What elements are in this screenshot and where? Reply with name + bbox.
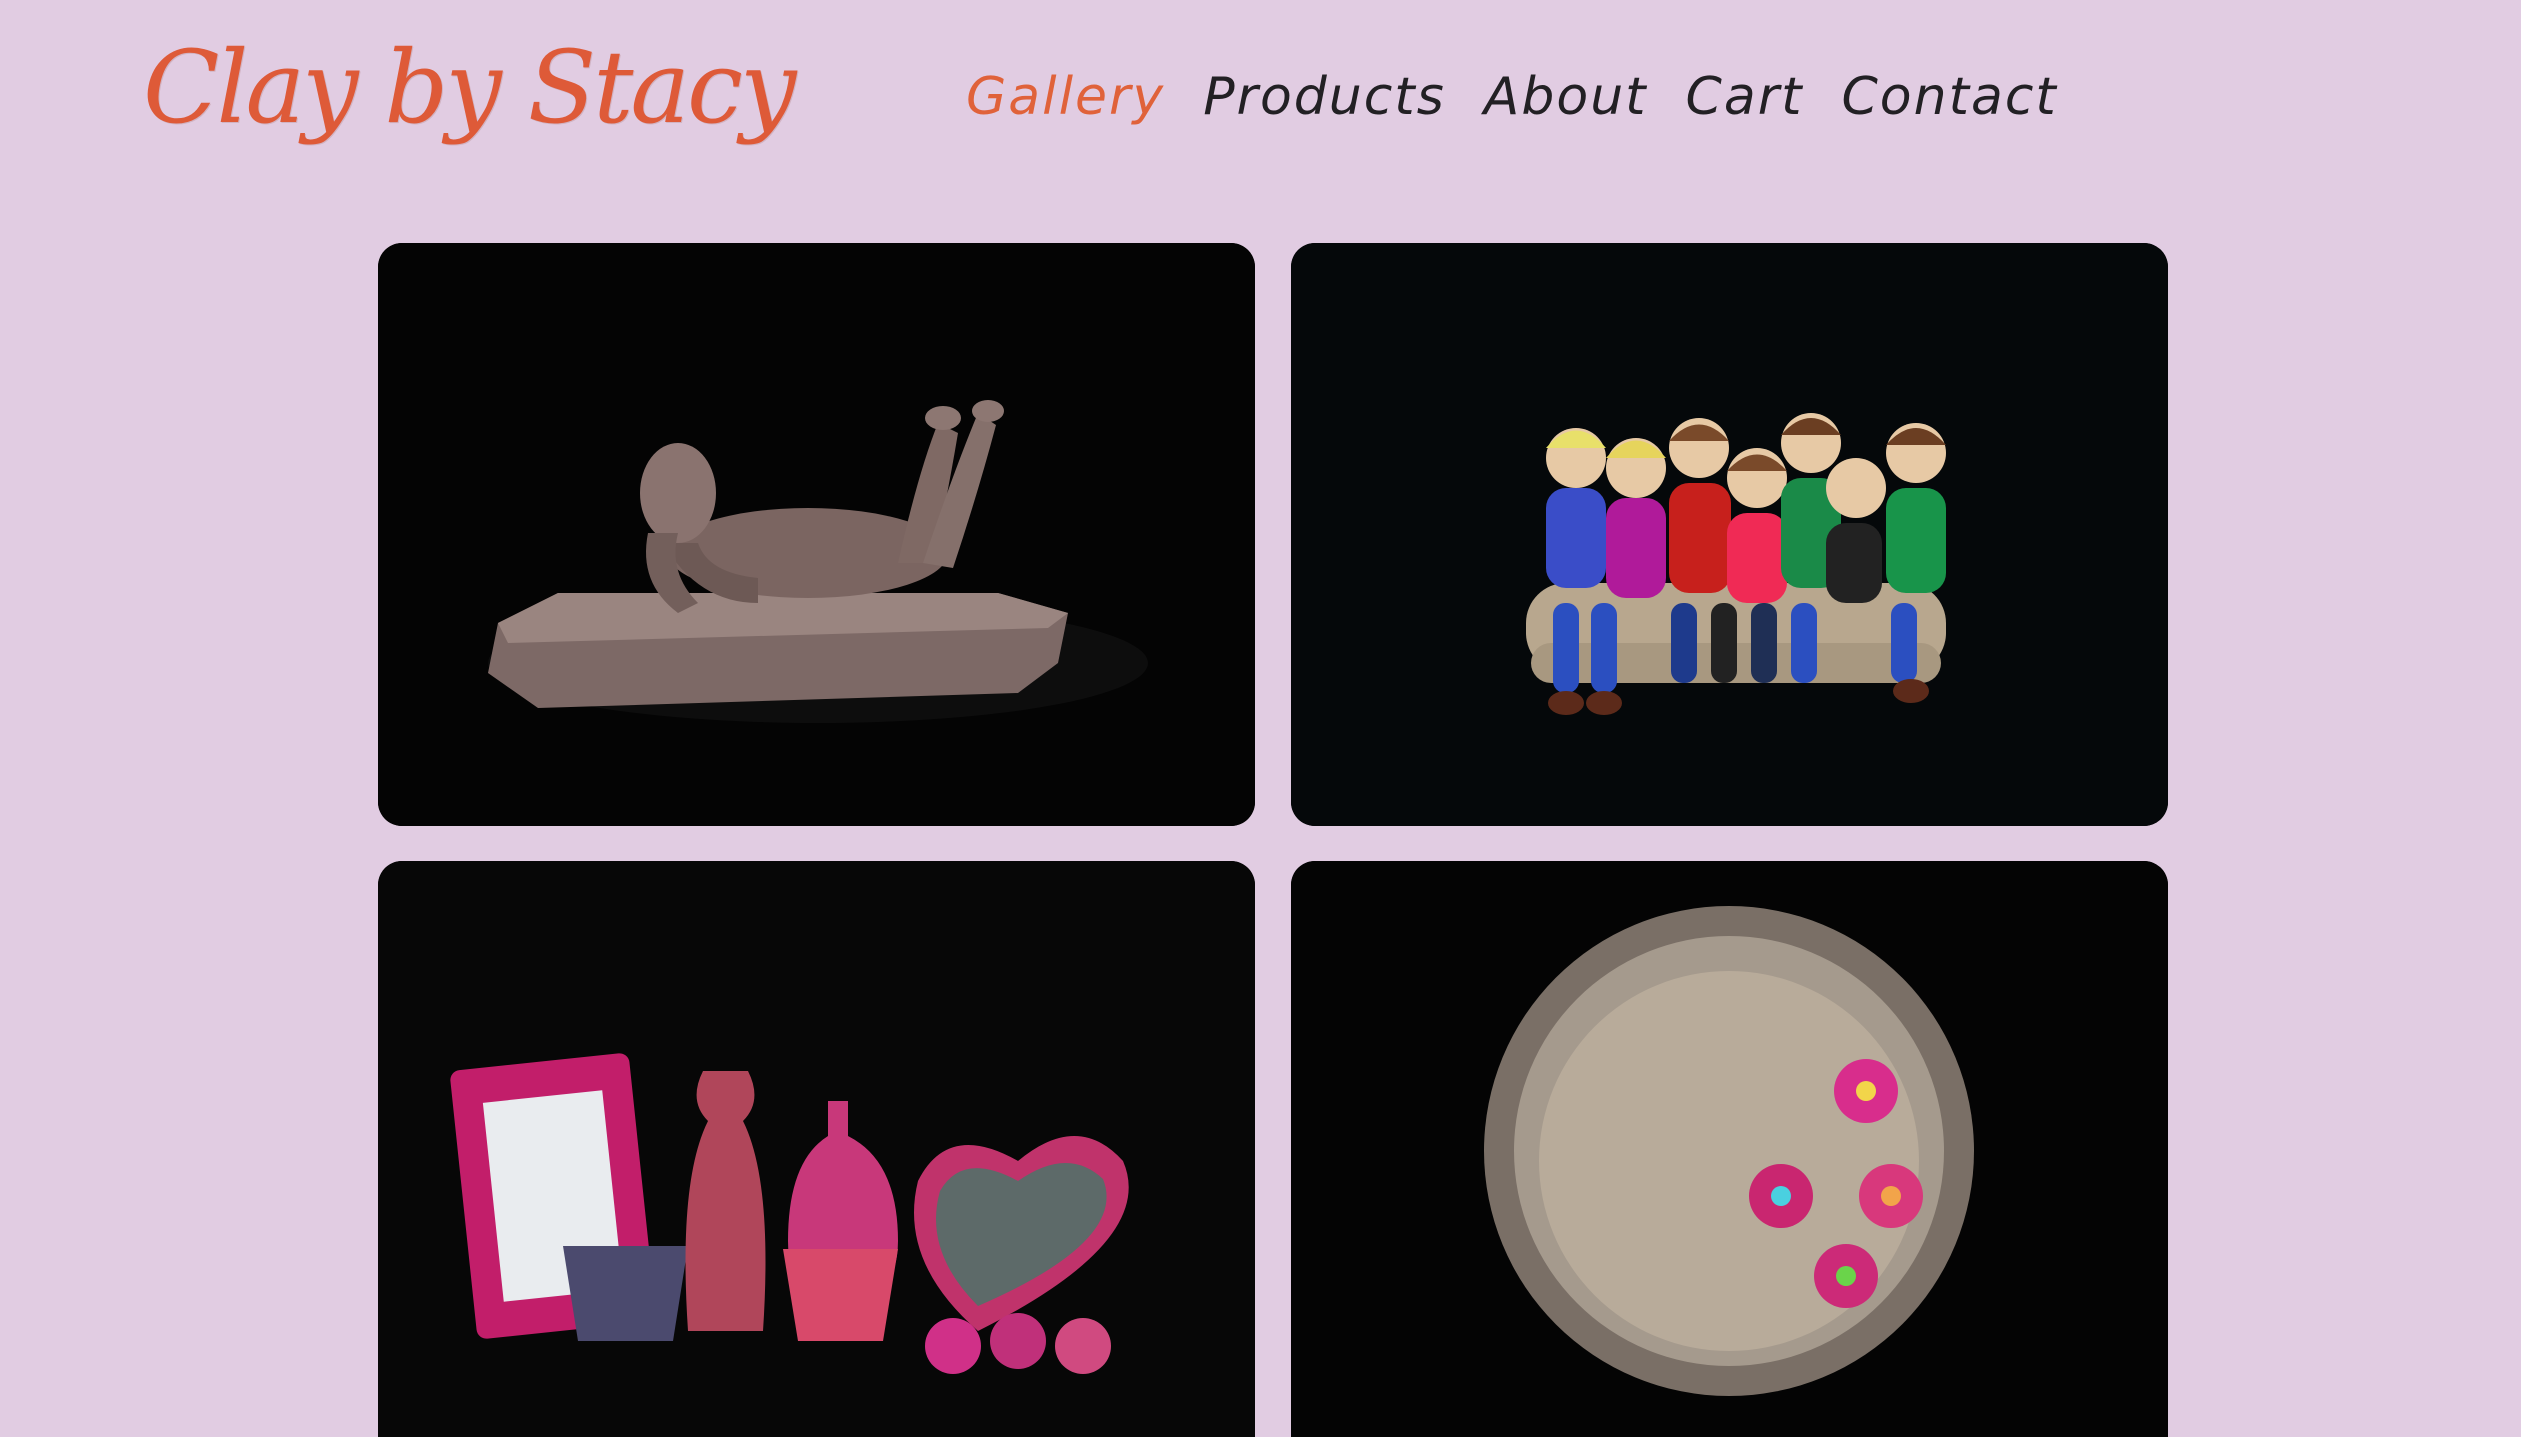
reclining-figure-photo bbox=[378, 243, 1255, 826]
nav-products[interactable]: Products bbox=[1203, 62, 1446, 132]
main-nav: Gallery Products About Cart Contact bbox=[966, 62, 2058, 132]
nav-gallery[interactable]: Gallery bbox=[966, 62, 1165, 132]
beads-tin-photo bbox=[1291, 861, 2168, 1437]
page: Clay by Stacy Gallery Products About Car… bbox=[0, 0, 2521, 1437]
gallery-image-reclining-figure[interactable] bbox=[378, 243, 1255, 826]
gallery-image-millefiori-set[interactable] bbox=[378, 861, 1255, 1437]
nav-about[interactable]: About bbox=[1484, 62, 1648, 132]
family-sofa-photo bbox=[1291, 243, 2168, 826]
gallery-image-beads-tin[interactable] bbox=[1291, 861, 2168, 1437]
gallery-image-family-sofa[interactable] bbox=[1291, 243, 2168, 826]
millefiori-set-photo bbox=[378, 861, 1255, 1437]
site-logo[interactable]: Clay by Stacy bbox=[143, 28, 797, 148]
nav-cart[interactable]: Cart bbox=[1686, 62, 1804, 132]
nav-contact[interactable]: Contact bbox=[1842, 62, 2058, 132]
